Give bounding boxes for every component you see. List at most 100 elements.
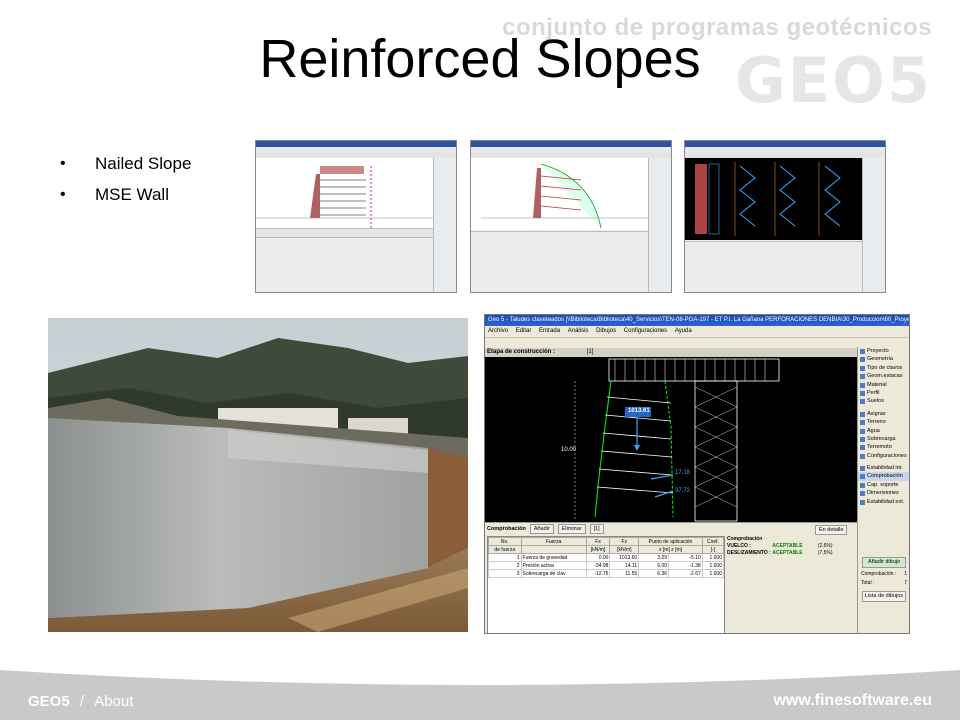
cell-coef[interactable]: 1.000 [701, 561, 725, 570]
side-item-agua[interactable]: Agua [858, 427, 909, 435]
detail-button[interactable]: En detalle [815, 525, 848, 535]
column-subheader: [kN/m] [585, 545, 611, 554]
column-header: Coef. [701, 537, 725, 546]
side-item-tipo-clavos[interactable]: Tipo de clavos [858, 364, 909, 372]
side-menu: Proyecto Geometría Tipo de clavos Geom.e… [857, 347, 909, 633]
stage-value[interactable]: [1] [587, 349, 594, 355]
drawing-canvas [685, 158, 862, 240]
column-subheader: [-] [701, 545, 725, 554]
cell-x: 3.29 [638, 553, 670, 562]
geo5-window: Geo 5 - Taludes claveteados [\\Bibliotec… [484, 314, 910, 634]
column-subheader: [kN/m] [609, 545, 640, 554]
table-row[interactable]: 3 Sobrecarga de clav -12.75 11.55 6.36 -… [488, 569, 725, 578]
side-item-terremoto[interactable]: Terremoto [858, 443, 909, 451]
table-row[interactable]: 1 Fuerza de gravedad 0.00 1013.60 3.29 -… [488, 553, 725, 562]
menu-configuraciones[interactable]: Configuraciones [624, 328, 667, 334]
column-header: Punto de aplicación [638, 537, 703, 546]
column-header: No. [488, 537, 522, 546]
total-value: 7 [904, 580, 907, 586]
side-item-perfil[interactable]: Perfil [858, 389, 909, 397]
cell-force-name: Presión activa [520, 561, 587, 570]
footer-breadcrumb: GEO5 / About [28, 693, 134, 710]
side-item-dimensiones[interactable]: Dimensiones [858, 489, 909, 497]
total-label: Total : [861, 580, 875, 586]
side-item-asignar[interactable]: Asignar [858, 410, 909, 418]
side-item-sobrecarga[interactable]: Sobrecarga [858, 435, 909, 443]
side-item-material[interactable]: Material [858, 381, 909, 389]
bullet-item: Nailed Slope [60, 148, 191, 179]
menu-entrada[interactable]: Entrada [539, 328, 560, 334]
delete-button[interactable]: Eliminar [557, 524, 586, 534]
cell-no: 1 [488, 553, 522, 562]
construction-photo [48, 318, 468, 632]
side-item-geometria[interactable]: Geometría [858, 355, 909, 363]
side-item-configuraciones[interactable]: Configuraciones [858, 452, 909, 460]
cell-fz: 1013.60 [609, 553, 640, 562]
stage-label: Etapa de construcción : [1] [487, 349, 594, 355]
force-label-surcharge: 37.72 [675, 488, 691, 494]
footer: GEO5 / About www.finesoftware.eu [0, 660, 960, 720]
wall-section-drawing [574, 358, 780, 522]
tab-1[interactable]: [1] [589, 524, 604, 534]
menu-archivo[interactable]: Archivo [488, 328, 508, 334]
cell-no: 2 [488, 561, 522, 570]
cell-force-name: Fuerza de gravedad [520, 553, 587, 562]
slide-title: Reinforced Slopes [259, 29, 701, 89]
geometry-canvas[interactable]: 10.00 1013.61 17.18 37.72 [485, 357, 857, 522]
side-item-comprobacion[interactable]: Comprobación [858, 472, 909, 481]
column-subheader [520, 545, 587, 554]
table-row[interactable]: 2 Presión activa -34.98 14.11 6.00 -1.38… [488, 561, 725, 570]
side-item-suelos[interactable]: Suelos [858, 397, 909, 405]
height-label: 10.00 [561, 447, 577, 453]
screenshot-nailed-slope-geometry [255, 140, 457, 293]
screenshot-slope-stability [470, 140, 672, 293]
cell-force-name: Sobrecarga de clav [520, 569, 587, 578]
stability-drawing [481, 163, 648, 229]
side-item-proyecto[interactable]: Proyecto [858, 347, 909, 355]
menu-editar[interactable]: Editar [516, 328, 532, 334]
side-menu [433, 158, 456, 292]
result-overturning: VUELCO : ACEPTABLE (2,6%) [727, 543, 833, 549]
bullet-item: MSE Wall [60, 179, 191, 210]
cell-fx: -12.75 [585, 569, 611, 578]
column-header: Fx [585, 537, 611, 546]
check-title: Comprobación [487, 526, 526, 532]
slide: conjunto de programas geotécnicos GEO5 R… [0, 0, 960, 720]
menu-analisis[interactable]: Análisis [568, 328, 589, 334]
cell-x: 6.36 [638, 569, 670, 578]
forces-table: No. Fuerza Fx Fz Punto de aplicación Coe… [487, 536, 725, 633]
drawing-list-button[interactable]: Lista de dibujos [862, 591, 906, 602]
cell-fz: 14.11 [609, 561, 640, 570]
website-link[interactable]: www.finesoftware.eu [773, 692, 932, 710]
results-panel [471, 231, 648, 292]
side-item-geom-estacas[interactable]: Geom.estacas [858, 372, 909, 380]
add-button[interactable]: Añadir [529, 524, 554, 534]
menu-ayuda[interactable]: Ayuda [675, 328, 692, 334]
bullet-list: Nailed Slope MSE Wall [60, 148, 191, 210]
force-label-gravity: 1013.61 [628, 408, 650, 414]
cell-coef[interactable]: 1.000 [701, 569, 725, 578]
cell-no: 3 [488, 569, 522, 578]
check-toolbar: Comprobación Añadir Eliminar [1] [487, 524, 604, 534]
column-header: Fuerza [520, 537, 587, 546]
results-table [685, 241, 862, 292]
internal-forces-diagram [695, 162, 841, 236]
column-subheader: x [m] z [m] [638, 545, 703, 554]
side-item-terreno[interactable]: Terreno [858, 418, 909, 426]
screenshot-mse-wall-diagrams [684, 140, 886, 293]
side-item-estabilidad-ext[interactable]: Estabilidad ext. [858, 498, 909, 506]
cell-z: -2.67 [668, 569, 703, 578]
side-menu [862, 158, 885, 292]
result-sliding: DESLIZAMIENTO : ACEPTABLE (7,5%) [727, 550, 833, 556]
add-drawing-button[interactable]: Añadir dibujo [862, 557, 906, 568]
force-label-active: 17.18 [675, 470, 691, 476]
side-item-estabilidad-int[interactable]: Estabilidad int. [858, 464, 909, 472]
drawing-canvas [471, 158, 648, 230]
cell-z: -5.10 [668, 553, 703, 562]
menu-dibujos[interactable]: Dibujos [596, 328, 616, 334]
cell-fz: 11.55 [609, 569, 640, 578]
cell-coef[interactable]: 1.000 [701, 553, 725, 562]
side-item-cap-soporte[interactable]: Cap. soporte [858, 481, 909, 489]
cell-fx: 0.00 [585, 553, 611, 562]
column-header: Fz [609, 537, 640, 546]
